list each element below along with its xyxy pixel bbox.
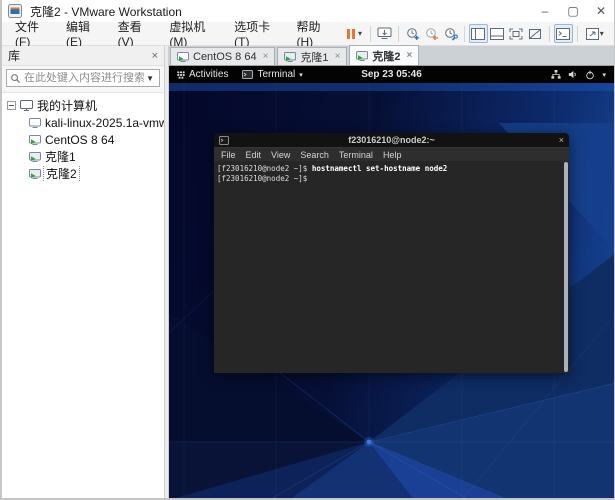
terminal-menubar: File Edit View Search Terminal Help	[214, 148, 569, 161]
toolbar-separator	[548, 25, 550, 42]
volume-icon	[568, 70, 578, 79]
tree-label: 克隆2	[43, 165, 80, 182]
tab-clone1[interactable]: 克隆1 ×	[277, 47, 348, 65]
tab-close-icon[interactable]: ×	[263, 51, 269, 62]
shell-command: hostnamectl set-hostname node2	[311, 164, 448, 173]
snapshot-revert-icon	[425, 27, 439, 41]
monitor-arrow-icon	[377, 27, 392, 40]
menu-toolbar-row: 文件(F) 编辑(E) 查看(V) 虚拟机(M) 选项卡(T) 帮助(H) ▾	[2, 20, 614, 49]
terminal-menu-view[interactable]: View	[271, 150, 290, 160]
tab-label: CentOS 8 64	[193, 50, 257, 63]
search-input[interactable]	[24, 72, 145, 84]
vm-running-icon	[177, 51, 189, 62]
toolbar-separator	[370, 25, 372, 42]
vm-tab-bar: CentOS 8 64 × 克隆1 × 克隆2 ×	[169, 45, 614, 66]
shell-prompt: [f23016210@node2 ~]$	[217, 174, 308, 183]
maximize-button[interactable]: ▢	[566, 4, 580, 18]
snapshot-manager-icon	[444, 27, 458, 41]
stretch-icon	[585, 27, 599, 40]
power-icon	[585, 70, 595, 80]
terminal-line: [f23016210@node2 ~]$	[217, 174, 561, 184]
tab-label: 克隆2	[372, 50, 401, 63]
tab-centos[interactable]: CentOS 8 64 ×	[170, 47, 276, 65]
tree-node-my-computer[interactable]: 我的计算机	[2, 97, 164, 114]
minimize-button[interactable]: –	[538, 4, 552, 18]
library-sidebar: 库 × ▼ 我的计算机	[2, 46, 165, 498]
collapse-icon[interactable]	[7, 101, 16, 110]
shell-prompt: [f23016210@node2 ~]$	[217, 164, 308, 173]
library-header: 库 ×	[2, 46, 164, 66]
unity-icon	[528, 28, 542, 40]
console-view-button[interactable]	[553, 24, 573, 43]
vm-icon	[29, 117, 41, 128]
pause-icon	[346, 28, 357, 40]
computer-icon	[20, 100, 33, 111]
send-ctrl-alt-del-button[interactable]	[375, 24, 394, 43]
gnome-status-area[interactable]: ▾	[551, 70, 606, 80]
vm-running-icon	[284, 51, 297, 62]
fullscreen-icon	[509, 28, 523, 40]
unity-mode-button[interactable]	[526, 24, 545, 43]
show-thumbnail-bar-button[interactable]	[488, 24, 507, 43]
revert-snapshot-button[interactable]	[422, 24, 441, 43]
tree-label: 我的计算机	[37, 99, 98, 113]
vm-running-icon	[356, 50, 369, 61]
tab-close-icon[interactable]: ×	[407, 50, 413, 61]
terminal-menu-help[interactable]: Help	[383, 150, 402, 160]
chevron-down-icon: ▾	[358, 29, 363, 38]
library-search-row: ▼	[2, 66, 164, 93]
tab-close-icon[interactable]: ×	[335, 51, 341, 62]
library-close-icon[interactable]: ×	[152, 50, 158, 62]
show-library-button[interactable]	[468, 24, 488, 43]
vm-running-icon	[29, 151, 41, 162]
fullscreen-button[interactable]	[507, 24, 526, 43]
search-icon	[10, 73, 21, 84]
pause-button[interactable]: ▾	[342, 24, 367, 43]
search-dropdown-icon[interactable]: ▼	[144, 74, 156, 83]
gnome-clock[interactable]: Sep 23 05:46	[169, 69, 614, 80]
terminal-title: f23016210@node2:~	[348, 135, 435, 145]
terminal-window[interactable]: f23016210@node2:~ × File Edit View Searc…	[214, 133, 569, 373]
panel-left-icon	[471, 27, 486, 40]
tree-label: CentOS 8 64	[45, 132, 115, 147]
chevron-down-icon: ▾	[602, 71, 606, 79]
vm-console[interactable]: Activities Terminal ▾ Sep 23 05:46 ▾ f23…	[169, 66, 614, 498]
tree-item-centos[interactable]: CentOS 8 64	[2, 131, 164, 148]
tree-item-clone2[interactable]: 克隆2	[2, 165, 164, 182]
tree-label: 克隆1	[45, 150, 76, 164]
tab-label: 克隆1	[300, 51, 329, 64]
library-title: 库	[8, 49, 21, 63]
terminal-content[interactable]: [f23016210@node2 ~]$ hostnamectl set-hos…	[214, 161, 569, 373]
toolbar-separator	[576, 25, 578, 42]
panel-bottom-icon	[490, 27, 505, 40]
terminal-menu-edit[interactable]: Edit	[246, 150, 262, 160]
network-icon	[551, 70, 562, 79]
vm-running-icon	[29, 168, 41, 179]
search-box[interactable]: ▼	[6, 69, 160, 87]
chevron-down-icon: ▾	[599, 29, 604, 38]
tree-item-kali[interactable]: kali-linux-2025.1a-vmware-	[2, 114, 164, 131]
snapshot-manager-button[interactable]	[441, 24, 460, 43]
library-tree: 我的计算机 kali-linux-2025.1a-vmware- CentOS …	[2, 93, 164, 182]
gnome-top-bar: Activities Terminal ▾ Sep 23 05:46 ▾	[169, 66, 614, 83]
terminal-line: [f23016210@node2 ~]$ hostnamectl set-hos…	[217, 164, 561, 174]
take-snapshot-button[interactable]	[403, 24, 422, 43]
terminal-titlebar[interactable]: f23016210@node2:~ ×	[214, 133, 569, 148]
terminal-menu-file[interactable]: File	[221, 150, 236, 160]
terminal-scrollbar[interactable]	[564, 162, 568, 372]
close-button[interactable]: ✕	[594, 4, 608, 18]
toolbar-separator	[463, 25, 465, 42]
terminal-menu-search[interactable]: Search	[300, 150, 329, 160]
console-icon	[556, 27, 571, 40]
terminal-close-icon[interactable]: ×	[559, 135, 564, 145]
fit-guest-button[interactable]: ▾	[581, 24, 607, 43]
tree-item-clone1[interactable]: 克隆1	[2, 148, 164, 165]
snapshot-add-icon	[406, 27, 420, 41]
terminal-menu-terminal[interactable]: Terminal	[339, 150, 373, 160]
tree-label: kali-linux-2025.1a-vmware-	[45, 115, 164, 130]
vm-running-icon	[29, 134, 41, 145]
tab-clone2[interactable]: 克隆2 ×	[349, 45, 420, 65]
toolbar-separator	[398, 25, 400, 42]
